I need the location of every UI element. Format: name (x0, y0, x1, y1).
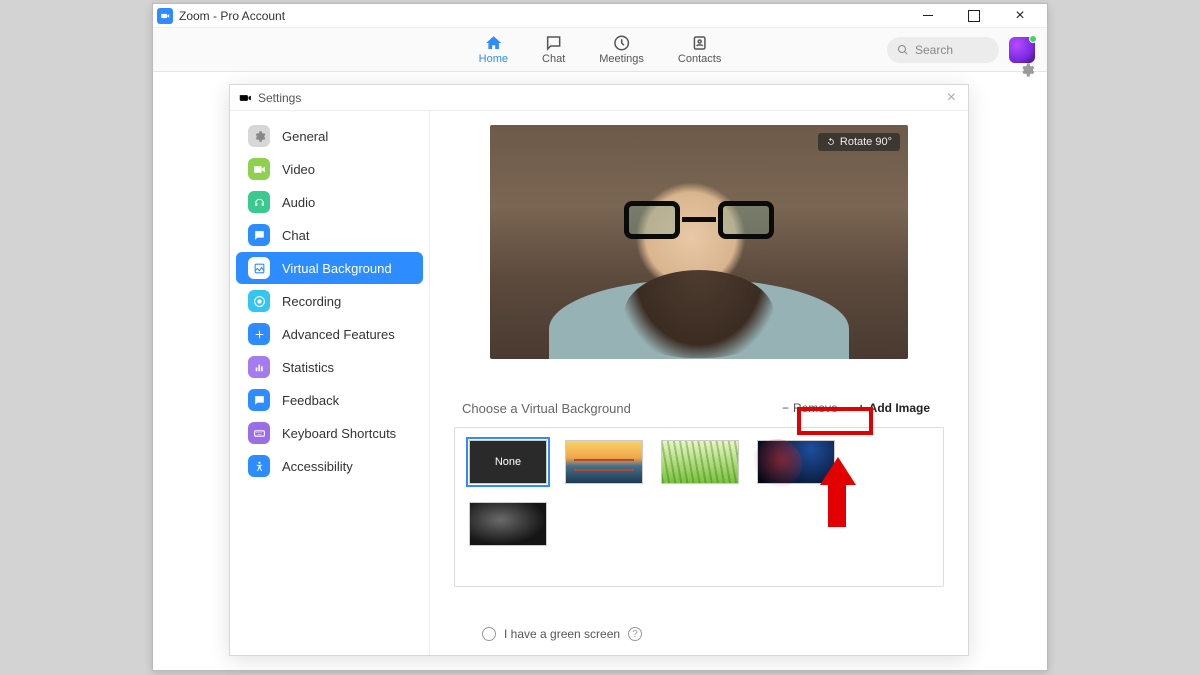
add-image-button[interactable]: + Add Image (852, 399, 936, 417)
clock-icon (613, 34, 631, 52)
sidebar-item-label: Accessibility (282, 459, 353, 474)
search-icon (897, 44, 909, 56)
zoom-logo-icon (157, 8, 173, 24)
window-minimize-button[interactable] (905, 4, 951, 28)
rotate-90-button[interactable]: Rotate 90° (818, 133, 900, 151)
sidebar-item-label: Recording (282, 294, 341, 309)
presence-dot-icon (1029, 35, 1037, 43)
window-close-button[interactable]: × (997, 4, 1043, 28)
settings-gear-button[interactable] (1019, 62, 1035, 83)
sidebar-item-advanced-features[interactable]: Advanced Features (236, 318, 423, 350)
add-image-label: Add Image (869, 401, 930, 415)
nav-label: Contacts (678, 53, 721, 65)
sidebar-item-audio[interactable]: Audio (236, 186, 423, 218)
feedback-icon (248, 389, 270, 411)
search-input[interactable]: Search (887, 37, 999, 63)
background-thumb-space[interactable] (757, 440, 835, 484)
settings-title: Settings (258, 91, 301, 105)
sidebar-item-chat[interactable]: Chat (236, 219, 423, 251)
settings-close-button[interactable]: × (943, 89, 960, 107)
help-icon[interactable]: ? (628, 627, 642, 641)
rotate-label: Rotate 90° (840, 136, 892, 148)
sidebar-item-virtual-background[interactable]: Virtual Background (236, 252, 423, 284)
sidebar-item-label: Keyboard Shortcuts (282, 426, 396, 441)
zoom-logo-icon (238, 91, 252, 105)
background-thumbnails-grid: None (454, 427, 944, 587)
settings-sidebar: General Video Audio Chat Virtual Backgro… (230, 111, 430, 655)
rotate-icon (826, 137, 836, 147)
gear-icon (1019, 62, 1035, 78)
video-camera-icon (248, 158, 270, 180)
background-thumb-none[interactable]: None (469, 440, 547, 484)
sidebar-item-label: Virtual Background (282, 261, 392, 276)
sidebar-item-keyboard-shortcuts[interactable]: Keyboard Shortcuts (236, 417, 423, 449)
virtual-background-icon (248, 257, 270, 279)
sidebar-item-label: Statistics (282, 360, 334, 375)
sidebar-item-label: Chat (282, 228, 309, 243)
window-title: Zoom - Pro Account (179, 9, 285, 23)
sidebar-item-statistics[interactable]: Statistics (236, 351, 423, 383)
nav-label: Meetings (599, 53, 644, 65)
sidebar-item-feedback[interactable]: Feedback (236, 384, 423, 416)
nav-home[interactable]: Home (479, 34, 508, 65)
background-thumb-dark[interactable] (469, 502, 547, 546)
green-screen-label: I have a green screen (504, 627, 620, 641)
zoom-app-window: Zoom - Pro Account × Home Chat Meetings … (152, 3, 1048, 671)
none-label: None (495, 456, 521, 468)
plus-icon: + (858, 401, 865, 415)
virtual-background-pane: Rotate 90° Choose a Virtual Background −… (430, 111, 968, 655)
keyboard-icon (248, 422, 270, 444)
bar-chart-icon (248, 356, 270, 378)
sidebar-item-recording[interactable]: Recording (236, 285, 423, 317)
record-icon (248, 290, 270, 312)
chat-icon (248, 224, 270, 246)
remove-label: Remove (793, 401, 838, 415)
settings-dialog: Settings × General Video Audio (229, 84, 969, 656)
top-nav: Home Chat Meetings Contacts Search (153, 28, 1047, 72)
gear-icon (248, 125, 270, 147)
sidebar-item-label: Video (282, 162, 315, 177)
window-maximize-button[interactable] (951, 4, 997, 28)
nav-label: Chat (542, 53, 565, 65)
minus-icon: − (782, 401, 789, 415)
camera-preview: Rotate 90° (490, 125, 908, 359)
sidebar-item-label: Advanced Features (282, 327, 395, 342)
sidebar-item-label: Feedback (282, 393, 339, 408)
plus-icon (248, 323, 270, 345)
choose-background-label: Choose a Virtual Background (462, 401, 631, 416)
contacts-icon (691, 34, 709, 52)
home-icon (484, 34, 502, 52)
nav-contacts[interactable]: Contacts (678, 34, 721, 65)
remove-background-button[interactable]: − Remove (782, 401, 838, 415)
accessibility-icon (248, 455, 270, 477)
sidebar-item-label: Audio (282, 195, 315, 210)
nav-meetings[interactable]: Meetings (599, 34, 644, 65)
nav-chat[interactable]: Chat (542, 34, 565, 65)
window-titlebar: Zoom - Pro Account × (153, 4, 1047, 28)
settings-titlebar: Settings × (230, 85, 968, 111)
chat-bubble-icon (545, 34, 563, 52)
headphones-icon (248, 191, 270, 213)
background-thumb-grass[interactable] (661, 440, 739, 484)
green-screen-radio[interactable] (482, 627, 496, 641)
sidebar-item-label: General (282, 129, 328, 144)
nav-label: Home (479, 53, 508, 65)
search-placeholder: Search (915, 43, 953, 57)
sidebar-item-general[interactable]: General (236, 120, 423, 152)
sidebar-item-accessibility[interactable]: Accessibility (236, 450, 423, 482)
sidebar-item-video[interactable]: Video (236, 153, 423, 185)
background-thumb-bridge[interactable] (565, 440, 643, 484)
profile-avatar[interactable] (1009, 37, 1035, 63)
